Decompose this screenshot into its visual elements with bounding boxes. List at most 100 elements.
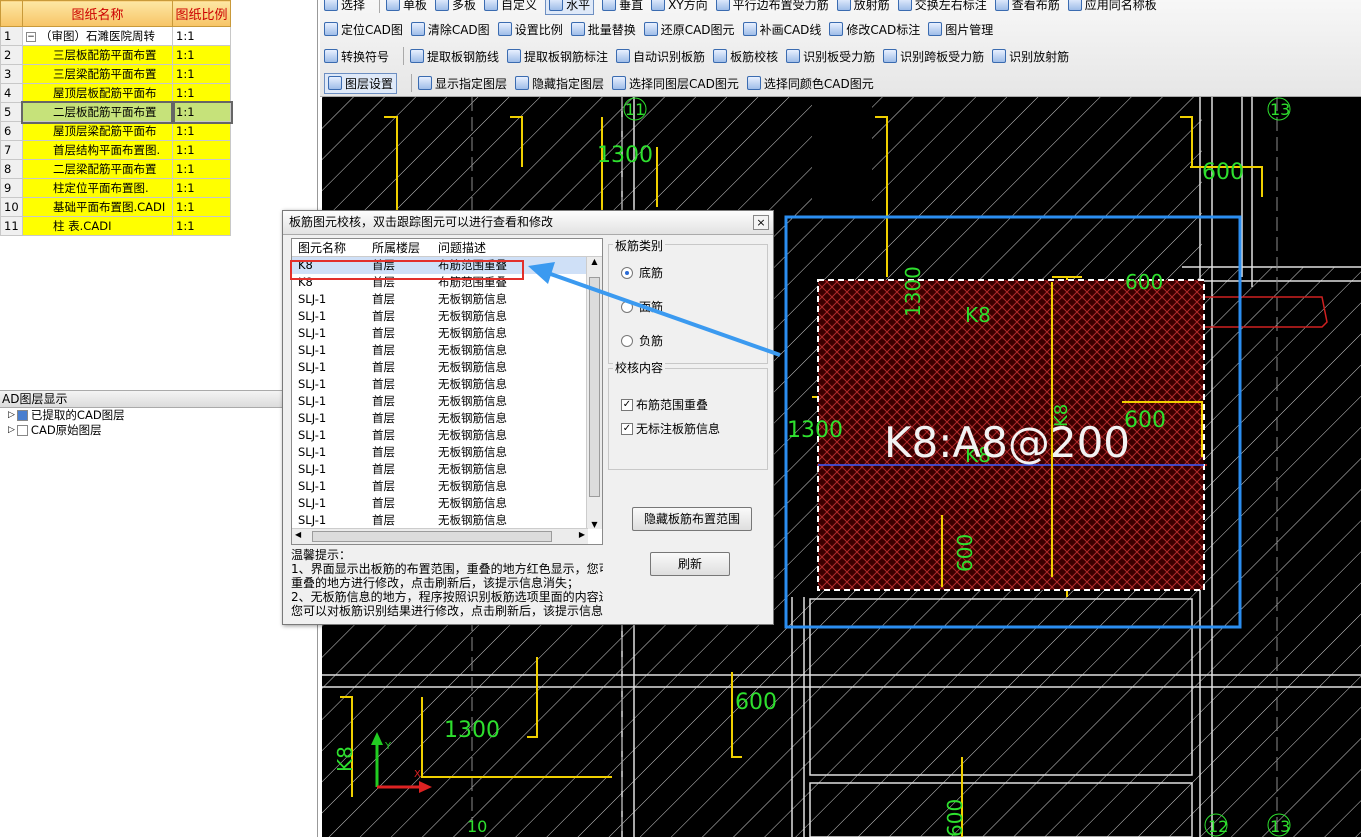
scroll-thumb[interactable] — [589, 277, 600, 497]
radio-icon[interactable] — [621, 300, 633, 313]
layer-checkbox[interactable] — [16, 410, 28, 421]
radio-bottom-rebar[interactable]: 底筋 — [621, 264, 663, 281]
toolbar-button-row2-7[interactable]: 图片管理 — [928, 21, 993, 38]
drawing-row[interactable]: 8 二层梁配筋平面布置 1:1 — [0, 159, 231, 179]
radio-top-rebar[interactable]: 面筋 — [621, 298, 663, 315]
column-issue[interactable]: 问题描述 — [438, 239, 588, 256]
toolbar-button-row4-0[interactable]: 图层设置 — [324, 72, 398, 94]
drawing-row-scale[interactable]: 1:1 — [172, 121, 231, 141]
drawing-row[interactable]: 1− （审图）石濉医院周转 1:1 — [0, 26, 231, 46]
drawing-row[interactable]: 11 柱 表.CADI 1:1 — [0, 216, 231, 236]
scroll-right-icon[interactable]: ▶ — [579, 530, 585, 539]
refresh-button[interactable]: 刷新 — [650, 552, 730, 576]
toolbar-button-row1-2[interactable]: 多板 — [435, 0, 476, 13]
radio-selected-icon[interactable] — [621, 266, 633, 279]
close-button[interactable]: × — [753, 215, 769, 230]
issue-row[interactable]: SLJ-1 首层 无板钢筋信息 — [292, 308, 602, 325]
toolbar-button-row1-4[interactable]: 水平 — [545, 0, 595, 15]
drawing-row[interactable]: 2 三层板配筋平面布置 1:1 — [0, 45, 231, 65]
toolbar-button-row1-0[interactable]: 选择 — [324, 0, 365, 13]
toolbar-button-row2-6[interactable]: 修改CAD标注 — [829, 21, 920, 38]
drawing-row-name[interactable]: 二层梁配筋平面布置 — [22, 159, 173, 179]
drawing-row-scale[interactable]: 1:1 — [170, 100, 233, 124]
drawing-row-name[interactable]: 屋顶层梁配筋平面布 — [22, 121, 173, 141]
scroll-down-icon[interactable]: ▼ — [587, 520, 602, 529]
toolbar-button-row1-3[interactable]: 自定义 — [484, 0, 537, 13]
drawing-row[interactable]: 5 二层板配筋平面布置 1:1 — [0, 100, 233, 124]
drawing-row-scale[interactable]: 1:1 — [172, 197, 231, 217]
issue-row[interactable]: SLJ-1 首层 无板钢筋信息 — [292, 342, 602, 359]
issue-row[interactable]: SLJ-1 首层 无板钢筋信息 — [292, 461, 602, 478]
expand-arrow-icon[interactable]: ▷ — [8, 408, 15, 423]
vertical-scrollbar[interactable]: ▲ ▼ — [586, 257, 602, 529]
toolbar-button-row1-11[interactable]: 应用同名称板 — [1067, 0, 1157, 13]
toolbar-button-row3-5[interactable]: 识别板受力筋 — [786, 48, 875, 65]
layer-checkbox[interactable] — [16, 425, 28, 436]
toolbar-button-row4-3[interactable]: 选择同图层CAD图元 — [612, 75, 739, 92]
layer-item-extracted[interactable]: ▷ 已提取的CAD图层 — [0, 408, 317, 423]
dialog-title-bar[interactable]: 板筋图元校核，双击跟踪图元可以进行查看和修改 × — [283, 211, 773, 235]
toolbar-button-row1-6[interactable]: XY方向 — [651, 0, 708, 13]
issue-row[interactable]: SLJ-1 首层 无板钢筋信息 — [292, 495, 602, 512]
drawing-row-name[interactable]: 二层板配筋平面布置 — [20, 100, 175, 124]
expand-arrow-icon[interactable]: ▷ — [8, 423, 15, 438]
toolbar-button-row4-1[interactable]: 显示指定图层 — [418, 75, 507, 92]
toolbar-button-row3-6[interactable]: 识别跨板受力筋 — [883, 48, 984, 65]
check-overlap[interactable]: ✓ 布筋范围重叠 — [621, 396, 708, 413]
drawing-row-scale[interactable]: 1:1 — [172, 26, 231, 46]
drawing-row-name[interactable]: 基础平面布置图.CADI — [22, 197, 173, 217]
issue-row[interactable]: SLJ-1 首层 无板钢筋信息 — [292, 478, 602, 495]
issue-row[interactable]: SLJ-1 首层 无板钢筋信息 — [292, 410, 602, 427]
toolbar-button-row1-1[interactable]: 单板 — [386, 0, 427, 13]
issue-row[interactable]: SLJ-1 首层 无板钢筋信息 — [292, 427, 602, 444]
radio-icon[interactable] — [621, 334, 633, 347]
horizontal-scrollbar[interactable]: ◀ ▶ — [292, 528, 588, 544]
issue-row[interactable]: SLJ-1 首层 无板钢筋信息 — [292, 325, 602, 342]
toolbar-button-row3-4[interactable]: 板筋校核 — [713, 48, 778, 65]
issue-row[interactable]: SLJ-1 首层 无板钢筋信息 — [292, 376, 602, 393]
drawing-row-name[interactable]: 三层梁配筋平面布置 — [22, 64, 173, 84]
drawing-row-scale[interactable]: 1:1 — [172, 178, 231, 198]
toolbar-button-row4-4[interactable]: 选择同颜色CAD图元 — [746, 75, 874, 92]
toolbar-button-row3-0[interactable]: 转换符号 — [324, 48, 389, 65]
drawing-row[interactable]: 3 三层梁配筋平面布置 1:1 — [0, 64, 231, 84]
toolbar-button-row2-5[interactable]: 补画CAD线 — [742, 21, 821, 38]
drawing-row-scale[interactable]: 1:1 — [172, 159, 231, 179]
hide-rebar-range-button[interactable]: 隐藏板筋布置范围 — [632, 507, 752, 531]
drawing-row-name[interactable]: 柱定位平面布置图. — [22, 178, 173, 198]
checkbox-checked-icon[interactable]: ✓ — [621, 422, 633, 435]
toolbar-button-row1-5[interactable]: 垂直 — [602, 0, 643, 13]
toolbar-button-row1-8[interactable]: 放射筋 — [836, 0, 890, 13]
drawing-row[interactable]: 4 屋顶层板配筋平面布 1:1 — [0, 83, 231, 103]
toolbar-button-row3-7[interactable]: 识别放射筋 — [992, 48, 1069, 65]
slab-rebar-label[interactable]: K8:A8@200 — [884, 418, 1130, 467]
drawing-row-name[interactable]: 首层结构平面布置图. — [22, 140, 173, 160]
drawing-row[interactable]: 10 基础平面布置图.CADI 1:1 — [0, 197, 231, 217]
toolbar-button-row2-1[interactable]: 清除CAD图 — [410, 21, 490, 38]
issue-row[interactable]: SLJ-1 首层 无板钢筋信息 — [292, 444, 602, 461]
drawing-row-name[interactable]: 三层板配筋平面布置 — [22, 45, 173, 65]
issue-row[interactable]: SLJ-1 首层 无板钢筋信息 — [292, 359, 602, 376]
toolbar-button-row4-2[interactable]: 隐藏指定图层 — [515, 75, 604, 92]
drawing-row[interactable]: 7 首层结构平面布置图. 1:1 — [0, 140, 231, 160]
drawing-row[interactable]: 6 屋顶层梁配筋平面布 1:1 — [0, 121, 231, 141]
drawing-row-scale[interactable]: 1:1 — [172, 64, 231, 84]
drawing-row-scale[interactable]: 1:1 — [172, 140, 231, 160]
column-element-name[interactable]: 图元名称 — [292, 239, 372, 256]
scroll-left-icon[interactable]: ◀ — [295, 530, 301, 539]
drawing-row[interactable]: 9 柱定位平面布置图. 1:1 — [0, 178, 231, 198]
drawing-row-name[interactable]: 屋顶层板配筋平面布 — [22, 83, 173, 103]
toolbar-button-row1-7[interactable]: 平行边布置受力筋 — [715, 0, 829, 13]
toolbar-button-row2-4[interactable]: 还原CAD图元 — [643, 21, 735, 38]
column-floor[interactable]: 所属楼层 — [372, 239, 438, 256]
drawing-row-scale[interactable]: 1:1 — [172, 83, 231, 103]
scroll-up-icon[interactable]: ▲ — [587, 257, 602, 266]
toolbar-button-row1-10[interactable]: 查看布筋 — [994, 0, 1060, 13]
toolbar-button-row2-0[interactable]: 定位CAD图 — [324, 21, 403, 38]
issue-row[interactable]: SLJ-1 首层 无板钢筋信息 — [292, 291, 602, 308]
toolbar-button-row3-1[interactable]: 提取板钢筋线 — [410, 48, 499, 65]
drawing-row-scale[interactable]: 1:1 — [172, 45, 231, 65]
drawing-row-name[interactable]: − （审图）石濉医院周转 — [22, 26, 173, 46]
checkbox-checked-icon[interactable]: ✓ — [621, 398, 633, 411]
issue-list[interactable]: 图元名称 所属楼层 问题描述 K8 首层 布筋范围重叠 K8 首层 布筋范围重叠 SLJ-1… — [291, 238, 603, 545]
